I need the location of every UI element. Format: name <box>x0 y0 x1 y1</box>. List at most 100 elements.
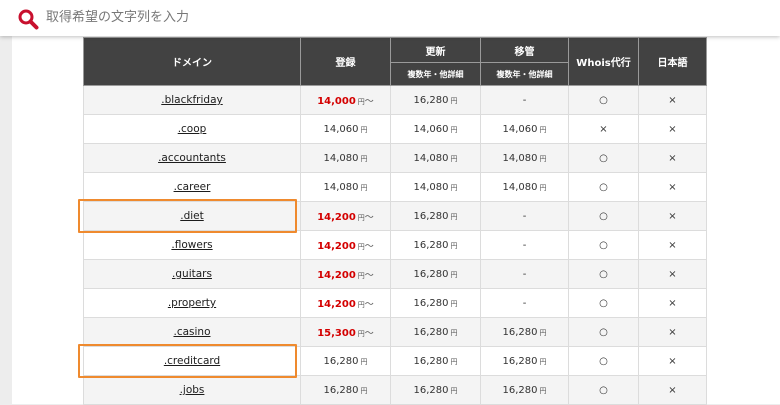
register-price-cell: 15,300 円〜 <box>300 317 391 347</box>
transfer-price-cell: 16,280 円 <box>480 317 569 347</box>
japanese-mark: × <box>668 297 677 309</box>
transfer-price-cell: - <box>480 230 569 260</box>
transfer-price-cell: 16,280 円 <box>480 375 569 405</box>
search-icon[interactable] <box>17 8 39 30</box>
header-register: 登録 <box>300 37 391 86</box>
japanese-cell: × <box>638 201 707 231</box>
yen-unit: 円 <box>357 300 365 309</box>
register-price: 14,200 <box>317 269 356 281</box>
japanese-mark: × <box>668 268 677 280</box>
whois-cell: × <box>568 114 639 144</box>
transfer-price-cell: - <box>480 85 569 115</box>
transfer-price: 14,080 <box>502 152 538 164</box>
transfer-price-cell: 14,060 円 <box>480 114 569 144</box>
japanese-mark: × <box>668 355 677 367</box>
japanese-mark: × <box>668 94 677 106</box>
header-transfer-sub[interactable]: 複数年・他詳細 <box>480 62 569 86</box>
renew-price-cell: 14,060 円 <box>390 114 481 144</box>
register-price-cell: 14,200 円〜 <box>300 230 391 260</box>
whois-cell: ○ <box>568 346 639 376</box>
japanese-mark: × <box>668 152 677 164</box>
register-price-cell: 14,080 円 <box>300 143 391 173</box>
whois-mark: ○ <box>599 297 608 309</box>
japanese-mark: × <box>668 181 677 193</box>
domain-cell: .guitars <box>83 259 301 289</box>
table-row: .property 14,200 円〜 16,280 円 - ○ × <box>83 288 707 318</box>
domain-link[interactable]: .career <box>174 181 211 193</box>
renew-price-cell: 14,080 円 <box>390 172 481 202</box>
whois-mark: ○ <box>599 181 608 193</box>
domain-cell: .jobs <box>83 375 301 405</box>
japanese-cell: × <box>638 346 707 376</box>
whois-cell: ○ <box>568 172 639 202</box>
renew-price-cell: 16,280 円 <box>390 259 481 289</box>
from-tilde: 〜 <box>364 212 374 223</box>
yen-unit: 円 <box>360 386 368 395</box>
table-row: .career 14,080 円 14,080 円 14,080 円 ○ × <box>83 172 707 202</box>
yen-unit: 円 <box>539 154 547 163</box>
yen-unit: 円 <box>450 96 458 105</box>
transfer-price: 16,280 <box>502 326 538 338</box>
domain-cell: .coop <box>83 114 301 144</box>
domain-cell: .career <box>83 172 301 202</box>
domain-link[interactable]: .casino <box>173 326 210 338</box>
whois-mark: ○ <box>599 384 608 396</box>
from-tilde: 〜 <box>364 241 374 252</box>
japanese-cell: × <box>638 317 707 347</box>
register-price: 16,280 <box>323 355 359 367</box>
header-renew-sub[interactable]: 複数年・他詳細 <box>390 62 481 86</box>
yen-unit: 円 <box>450 357 458 366</box>
japanese-cell: × <box>638 172 707 202</box>
yen-unit: 円 <box>450 386 458 395</box>
whois-mark: ○ <box>599 210 608 222</box>
table-row: .flowers 14,200 円〜 16,280 円 - ○ × <box>83 230 707 260</box>
renew-price: 16,280 <box>413 268 449 280</box>
yen-unit: 円 <box>357 97 365 106</box>
transfer-price-cell: - <box>480 201 569 231</box>
renew-price: 16,280 <box>413 326 449 338</box>
whois-mark: × <box>599 123 608 135</box>
domain-link[interactable]: .blackfriday <box>161 94 222 106</box>
register-price-cell: 14,200 円〜 <box>300 259 391 289</box>
search-input[interactable] <box>46 7 646 27</box>
domain-link[interactable]: .property <box>168 297 216 309</box>
renew-price: 14,080 <box>413 152 449 164</box>
japanese-cell: × <box>638 259 707 289</box>
register-price-cell: 16,280 円 <box>300 346 391 376</box>
whois-mark: ○ <box>599 326 608 338</box>
table-row: .casino 15,300 円〜 16,280 円 16,280 円 ○ × <box>83 317 707 347</box>
highlight-box <box>77 343 297 378</box>
register-price: 16,280 <box>323 384 359 396</box>
transfer-price: 16,280 <box>502 355 538 367</box>
register-price: 14,080 <box>323 152 359 164</box>
yen-unit: 円 <box>360 183 368 192</box>
yen-unit: 円 <box>360 154 368 163</box>
whois-cell: ○ <box>568 375 639 405</box>
table-row: .accountants 14,080 円 14,080 円 14,080 円 ○ × <box>83 143 707 173</box>
register-price: 14,200 <box>317 211 356 223</box>
register-price-cell: 14,080 円 <box>300 172 391 202</box>
header-renew: 更新 <box>390 37 481 63</box>
from-tilde: 〜 <box>364 328 374 339</box>
domain-link[interactable]: .flowers <box>171 239 212 251</box>
transfer-price: - <box>522 94 527 106</box>
transfer-price: - <box>522 297 527 309</box>
renew-price-cell: 16,280 円 <box>390 346 481 376</box>
register-price: 14,080 <box>323 181 359 193</box>
table-row: .coop 14,060 円 14,060 円 14,060 円 × × <box>83 114 707 144</box>
yen-unit: 円 <box>360 357 368 366</box>
register-price: 15,300 <box>317 327 356 339</box>
domain-link[interactable]: .guitars <box>172 268 212 280</box>
yen-unit: 円 <box>450 270 458 279</box>
domain-cell: .property <box>83 288 301 318</box>
domain-link[interactable]: .accountants <box>158 152 226 164</box>
domain-link[interactable]: .coop <box>178 123 207 135</box>
yen-unit: 円 <box>539 183 547 192</box>
yen-unit: 円 <box>357 271 365 280</box>
yen-unit: 円 <box>450 125 458 134</box>
domain-link[interactable]: .jobs <box>180 384 205 396</box>
whois-mark: ○ <box>599 94 608 106</box>
renew-price: 16,280 <box>413 297 449 309</box>
renew-price-cell: 16,280 円 <box>390 201 481 231</box>
renew-price: 16,280 <box>413 384 449 396</box>
